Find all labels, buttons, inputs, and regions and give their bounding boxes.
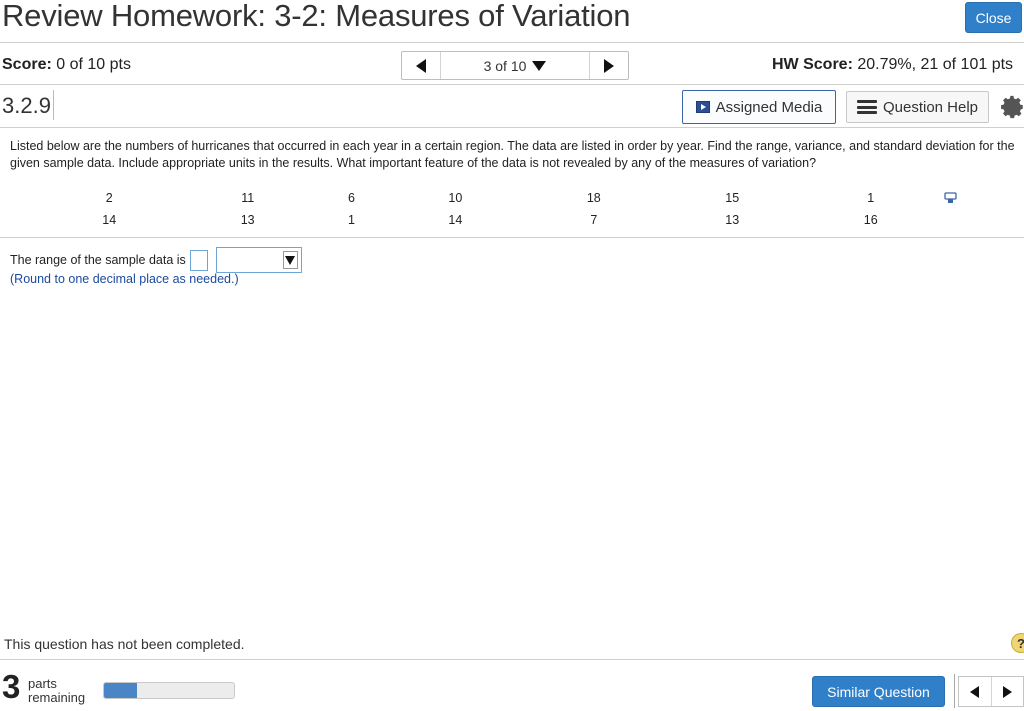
answer-row: The range of the sample data is	[10, 247, 302, 273]
copy-data-icon[interactable]	[944, 192, 958, 204]
arrow-left-icon	[416, 58, 426, 73]
dropdown-arrow-icon	[282, 251, 298, 269]
similar-question-button[interactable]: Similar Question	[812, 676, 945, 707]
question-number: 3.2.9	[2, 93, 51, 118]
data-cell: 16	[863, 213, 878, 227]
list-icon	[856, 100, 877, 114]
data-cell: 14	[102, 213, 117, 227]
answer-prompt: The range of the sample data is	[10, 253, 186, 267]
close-button[interactable]: Close	[965, 2, 1022, 33]
data-cell: 14	[448, 213, 463, 227]
data-cell: 6	[348, 191, 355, 205]
footer-navigator	[958, 676, 1024, 707]
data-cell: 11	[241, 191, 255, 205]
previous-question-button[interactable]	[402, 52, 440, 79]
score-value: 0 of 10 pts	[56, 56, 131, 73]
table-row: 14 13 1 14 7 13 16	[40, 209, 940, 231]
footer-previous-button[interactable]	[959, 677, 991, 706]
data-cell: 13	[240, 213, 255, 227]
question-selector-dropdown[interactable]: 3 of 10	[440, 52, 590, 79]
parts-label: parts	[28, 676, 57, 691]
data-cell: 7	[590, 213, 598, 227]
table-row: 2 11 6 10 18 15 1	[40, 187, 940, 209]
divider	[53, 90, 54, 120]
units-dropdown[interactable]	[215, 247, 302, 273]
arrow-right-icon	[1002, 685, 1012, 698]
parts-remaining-count: 3	[2, 668, 21, 705]
divider	[0, 659, 1024, 660]
assigned-media-label: Assigned Media	[715, 98, 823, 116]
data-cell: 13	[725, 213, 740, 227]
question-help-button[interactable]: Question Help	[846, 91, 989, 123]
data-cell: 1	[348, 213, 355, 227]
hw-score-display: HW Score: 20.79%, 21 of 101 pts	[772, 56, 1013, 74]
assigned-media-button[interactable]: Assigned Media	[682, 90, 836, 124]
footer-next-button[interactable]	[990, 677, 1024, 706]
divider	[0, 84, 1024, 85]
help-icon[interactable]: ?	[1011, 633, 1024, 653]
arrow-right-icon	[604, 58, 614, 73]
caret-down-icon	[532, 60, 547, 71]
divider	[954, 674, 955, 708]
data-table: 2 11 6 10 18 15 1 14 13 1 14 7 13 16	[40, 187, 940, 231]
parts-remaining-label: parts remaining	[28, 677, 85, 705]
media-play-icon	[695, 101, 710, 113]
score-display: Score: 0 of 10 pts	[2, 56, 131, 74]
question-help-label: Question Help	[882, 98, 979, 116]
data-cell: 2	[105, 191, 113, 205]
data-cell: 18	[586, 191, 601, 205]
data-cell: 10	[448, 191, 463, 205]
range-answer-input[interactable]	[189, 249, 208, 271]
divider	[0, 42, 1024, 43]
question-navigator: 3 of 10	[401, 51, 629, 80]
divider	[0, 127, 1024, 128]
question-position: 3 of 10	[483, 57, 527, 74]
next-question-button[interactable]	[590, 52, 628, 79]
data-cell: 15	[725, 191, 740, 205]
arrow-left-icon	[970, 685, 980, 698]
progress-bar	[103, 682, 235, 699]
page-title: Review Homework: 3-2: Measures of Variat…	[2, 0, 631, 33]
hw-score-label: HW Score:	[772, 56, 853, 73]
hw-score-value: 20.79%, 21 of 101 pts	[857, 56, 1014, 73]
remaining-label: remaining	[28, 690, 86, 705]
gear-icon[interactable]	[1000, 94, 1024, 120]
completion-status: This question has not been completed.	[4, 636, 245, 652]
question-prompt: Listed below are the numbers of hurrican…	[10, 139, 1015, 170]
data-cell: 1	[867, 191, 875, 205]
progress-fill	[104, 683, 137, 698]
score-label: Score:	[2, 56, 52, 73]
rounding-note: (Round to one decimal place as needed.)	[10, 272, 239, 286]
divider	[0, 237, 1024, 238]
